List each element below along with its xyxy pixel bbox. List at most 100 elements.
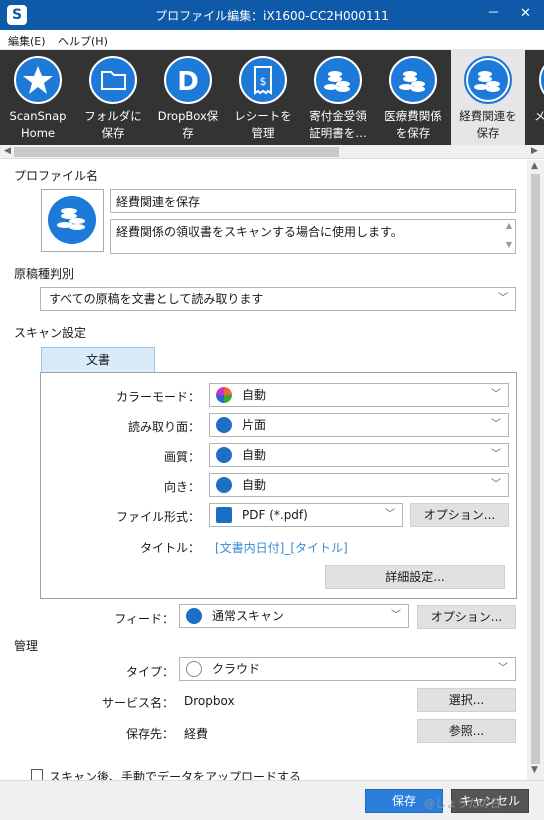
select-button[interactable]: 選択... xyxy=(417,688,516,712)
scan-side-label: 読み取り面： xyxy=(127,420,200,434)
chevron-down-icon: ﹀ xyxy=(491,419,501,430)
scan-settings-heading: スキャン設定 xyxy=(14,326,87,340)
profile-name-heading: プロファイル名 xyxy=(14,169,99,183)
menu-edit[interactable]: 編集(E) xyxy=(8,33,46,49)
svg-text:$: $ xyxy=(260,75,267,88)
ribbon-label: メ xyxy=(534,109,544,123)
profile-name-input[interactable]: 経費関連を保存 xyxy=(110,189,516,213)
folder-icon xyxy=(89,56,137,104)
color-auto-icon xyxy=(216,387,232,403)
pdf-icon xyxy=(216,507,232,523)
chevron-down-icon: ﹀ xyxy=(385,509,395,520)
coins-icon xyxy=(464,56,512,104)
menu-bar: 編集(E) ヘルプ(H) xyxy=(0,30,544,50)
upload-checkbox-label: スキャン後、手動でデータをアップロードする xyxy=(49,770,302,780)
scroll-right-icon[interactable]: ▶ xyxy=(531,146,538,156)
profile-image[interactable] xyxy=(41,189,104,252)
ribbon-label: 存 xyxy=(182,126,194,140)
doctype-select[interactable]: すべての原稿を文書として読み取ります ﹀ xyxy=(40,287,516,311)
minimize-button[interactable]: － xyxy=(487,6,500,22)
description-text: 経費関係の領収書をスキャンする場合に使用します。 xyxy=(116,225,403,239)
dropbox-d-icon: D xyxy=(164,56,212,104)
orientation-label: 向き： xyxy=(163,480,200,494)
coins-icon xyxy=(48,196,96,244)
scroll-up-icon[interactable]: ▲ xyxy=(506,221,512,230)
profile-ribbon: ScanSnap Home フォルダに 保存 D DropBox保存 $ レシートを… xyxy=(0,50,544,145)
tab-document[interactable]: 文書 xyxy=(41,347,155,373)
ribbon-label: 保存 xyxy=(476,126,500,140)
menu-help[interactable]: ヘルプ(H) xyxy=(58,33,108,49)
ribbon-item-medical[interactable]: 医療費関係 を保存 xyxy=(376,50,450,145)
ribbon-item-scansnap-home[interactable]: ScanSnap Home xyxy=(1,50,75,145)
feed-option-button[interactable]: オプション... xyxy=(417,605,516,629)
manage-heading: 管理 xyxy=(14,639,39,653)
color-mode-label: カラーモード： xyxy=(115,390,200,404)
scroll-left-icon[interactable]: ◀ xyxy=(4,146,11,156)
file-format-select[interactable]: PDF (*.pdf) ﹀ xyxy=(209,503,403,527)
quality-value: 自動 xyxy=(242,448,267,462)
vertical-scrollbar[interactable]: ▲ ▼ xyxy=(527,160,544,780)
color-mode-value: 自動 xyxy=(242,388,267,402)
partial-icon xyxy=(539,56,544,104)
ribbon-item-partial[interactable]: メ xyxy=(526,50,544,145)
scroll-down-icon[interactable]: ▼ xyxy=(506,240,512,249)
chevron-down-icon: ﹀ xyxy=(491,479,501,490)
chevron-down-icon: ﹀ xyxy=(491,389,501,400)
scroll-thumb[interactable] xyxy=(531,174,540,764)
ribbon-label: Home xyxy=(21,126,55,140)
chevron-down-icon: ﹀ xyxy=(498,663,508,674)
cloud-icon xyxy=(186,661,202,677)
format-option-button[interactable]: オプション... xyxy=(410,503,509,527)
destination-value: 経費 xyxy=(184,727,209,741)
ribbon-item-dropbox[interactable]: D DropBox保存 xyxy=(151,50,225,145)
ribbon-label: フォルダに xyxy=(84,109,142,123)
title-label: タイトル： xyxy=(139,541,200,555)
profile-description-input[interactable]: 経費関係の領収書をスキャンする場合に使用します。 ▲ ▼ xyxy=(110,219,516,254)
orientation-value: 自動 xyxy=(242,478,267,492)
quality-select[interactable]: 自動 ﹀ xyxy=(209,443,509,467)
ribbon-item-donation[interactable]: 寄付金受領証明書を… xyxy=(301,50,375,145)
ribbon-label: 医療費関係 xyxy=(384,109,442,123)
title-link[interactable]: [文書内日付]_[タイトル] xyxy=(215,539,348,556)
detail-settings-button[interactable]: 詳細設定... xyxy=(325,565,505,589)
ribbon-label: 経費関連を xyxy=(459,109,517,123)
star-icon xyxy=(14,56,62,104)
ribbon-label: 管理 xyxy=(251,126,275,140)
scan-side-value: 片面 xyxy=(242,418,267,432)
window-title: プロファイル編集：iX1600-CC2H000111 xyxy=(155,9,389,23)
feed-label: フィード： xyxy=(114,612,174,626)
scroll-thumb[interactable] xyxy=(14,147,339,157)
ribbon-label: ScanSnap xyxy=(9,109,67,123)
browse-button[interactable]: 参照... xyxy=(417,719,516,743)
ribbon-label: 証明書を… xyxy=(309,126,367,140)
type-label: タイプ： xyxy=(125,665,174,679)
ribbon-item-receipt[interactable]: $ レシートを 管理 xyxy=(226,50,300,145)
type-select[interactable]: クラウド ﹀ xyxy=(179,657,516,681)
file-format-value: PDF (*.pdf) xyxy=(242,508,308,522)
simplex-icon xyxy=(216,417,232,433)
doctype-heading: 原稿種判別 xyxy=(14,267,75,281)
scroll-down-icon[interactable]: ▼ xyxy=(531,765,538,775)
watermark: @しょうたの日 xyxy=(424,797,501,810)
ribbon-item-folder[interactable]: フォルダに 保存 xyxy=(76,50,150,145)
scroll-up-icon[interactable]: ▲ xyxy=(531,161,538,171)
ribbon-label: を保存 xyxy=(395,126,431,140)
feed-select[interactable]: 通常スキャン ﹀ xyxy=(179,604,409,628)
orientation-select[interactable]: 自動 ﹀ xyxy=(209,473,509,497)
rotate-icon xyxy=(216,477,232,493)
svg-text:D: D xyxy=(177,67,199,97)
quality-auto-icon xyxy=(216,447,232,463)
scan-side-select[interactable]: 片面 ﹀ xyxy=(209,413,509,437)
quality-label: 画質： xyxy=(163,450,200,464)
horizontal-scrollbar[interactable]: ◀ ▶ xyxy=(0,145,544,159)
service-name-value: Dropbox xyxy=(184,694,235,708)
doctype-value: すべての原稿を文書として読み取ります xyxy=(49,292,264,306)
close-button[interactable]: ✕ xyxy=(520,6,531,22)
chevron-down-icon: ﹀ xyxy=(498,293,508,304)
ribbon-label: 寄付金受領 xyxy=(309,109,367,123)
feed-value: 通常スキャン xyxy=(212,609,285,623)
title-bar: S プロファイル編集：iX1600-CC2H000111 － ✕ xyxy=(0,0,544,30)
color-mode-select[interactable]: 自動 ﹀ xyxy=(209,383,509,407)
destination-label: 保存先： xyxy=(125,727,174,741)
ribbon-item-expenses[interactable]: 経費関連を 保存 xyxy=(451,50,525,145)
